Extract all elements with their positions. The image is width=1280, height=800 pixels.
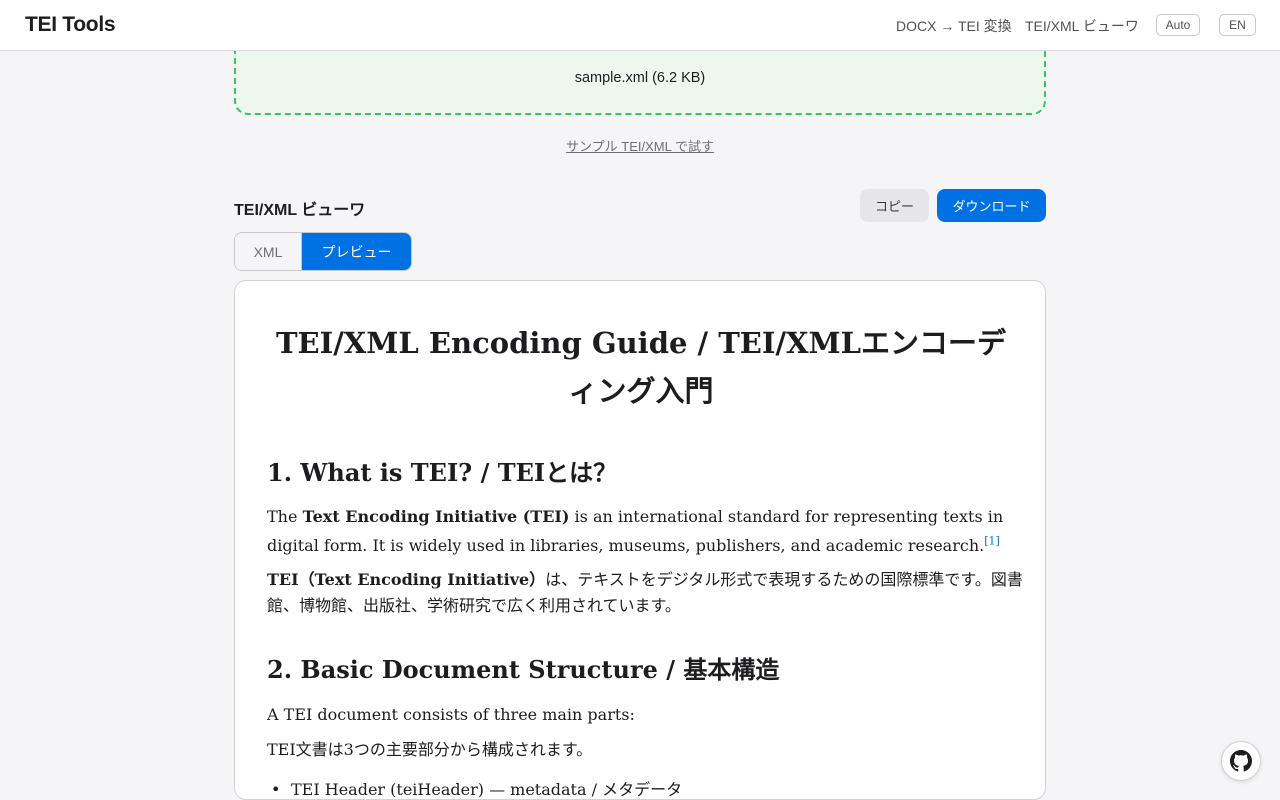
uploaded-file-label: sample.xml (6.2 KB) (574, 70, 706, 86)
language-toggle-button[interactable]: EN (1219, 14, 1256, 36)
tab-preview[interactable]: プレビュー (302, 233, 411, 270)
footnote-link[interactable]: [1] (984, 535, 1000, 548)
nav-docx-converter[interactable]: DOCX → TEI 変換 (896, 16, 1012, 36)
sample-link-row: サンプル TEI/XML で試す (0, 136, 1280, 155)
document-preview-panel[interactable]: TEI/XML Encoding Guide / TEI/XMLエンコーディング… (234, 280, 1046, 800)
theme-toggle-button[interactable]: Auto (1156, 14, 1200, 36)
paragraph-text: The (267, 507, 303, 526)
section-heading-structure: 2. Basic Document Structure / 基本構造 (267, 655, 780, 684)
paragraph-tei-intro-en: The Text Encoding Initiative (TEI) is an… (267, 502, 1023, 560)
copy-button[interactable]: コピー (860, 189, 929, 222)
bold-term: TEI（Text Encoding Initiative） (267, 570, 546, 589)
paragraph-structure-ja: TEI文書は3つの主要部分から構成されます。 (267, 740, 593, 759)
viewer-section-title: TEI/XML ビューワ (234, 202, 366, 219)
document-title: TEI/XML Encoding Guide / TEI/XMLエンコーディング… (275, 326, 1007, 408)
nav-tei-viewer[interactable]: TEI/XML ビューワ (1025, 16, 1139, 36)
download-button[interactable]: ダウンロード (937, 189, 1046, 222)
top-bar: TEI Tools DOCX → TEI 変換 TEI/XML ビューワ Aut… (0, 0, 1280, 51)
list-item-text: TEI Header (teiHeader) — metadata / メタデー… (291, 780, 683, 799)
paragraph-tei-intro-ja: TEI（Text Encoding Initiative）は、テキストをデジタル… (267, 567, 1023, 619)
github-icon (1230, 750, 1252, 772)
try-sample-link[interactable]: サンプル TEI/XML で試す (566, 139, 714, 154)
app-title[interactable]: TEI Tools (25, 13, 116, 37)
paragraph-structure-en: A TEI document consists of three main pa… (267, 705, 635, 724)
tab-xml[interactable]: XML (235, 233, 302, 270)
bold-term: Text Encoding Initiative (TEI) (302, 507, 570, 526)
view-mode-tabs: XML プレビュー (234, 232, 412, 271)
github-link-button[interactable] (1221, 741, 1261, 781)
section-heading-what-is-tei: 1. What is TEI? / TEIとは？ (267, 458, 618, 487)
list-item: TEI Header (teiHeader) — metadata / メタデー… (271, 775, 683, 799)
